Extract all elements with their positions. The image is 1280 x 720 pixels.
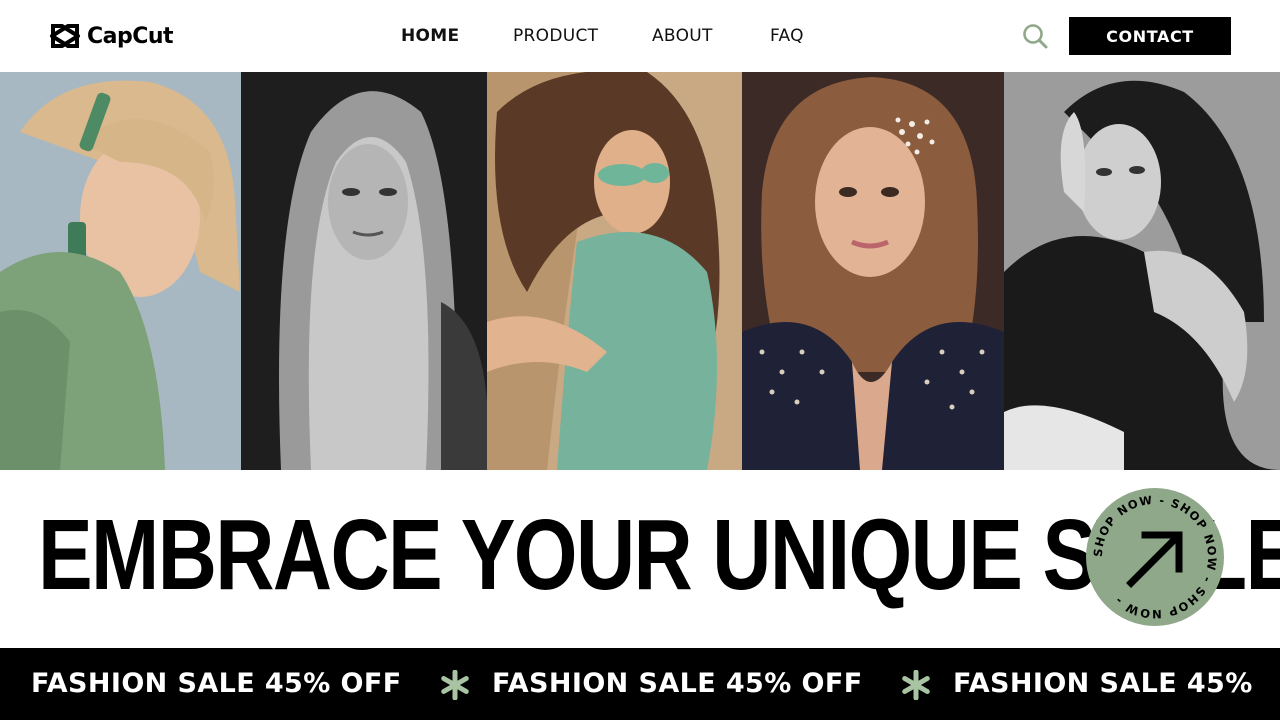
sale-ticker: FASHION SALE 45% OFF FASHION SALE 45% OF… bbox=[0, 648, 1280, 720]
gallery-photo-2 bbox=[241, 72, 487, 470]
shop-now-badge[interactable]: SHOP NOW - SHOP NOW - SHOP NOW - bbox=[1085, 487, 1225, 627]
gallery-photo-3 bbox=[487, 72, 742, 470]
asterisk-icon bbox=[901, 669, 931, 701]
gallery-photo-5 bbox=[1004, 72, 1280, 470]
model-gallery bbox=[0, 72, 1280, 470]
search-button[interactable] bbox=[1021, 22, 1049, 50]
nav-product-link[interactable]: PRODUCT bbox=[513, 24, 598, 48]
ticker-item: FASHION SALE 45% OFF bbox=[31, 668, 402, 699]
nav-about-link[interactable]: ABOUT bbox=[652, 24, 713, 48]
ticker-item: FASHION SALE 45% bbox=[953, 668, 1253, 699]
contact-button[interactable]: CONTACT bbox=[1069, 17, 1231, 55]
gallery-photo-1 bbox=[0, 72, 241, 470]
ticker-item: FASHION SALE 45% OFF bbox=[492, 668, 863, 699]
site-header: CapCut HOME PRODUCT ABOUT FAQ CONTACT bbox=[0, 0, 1280, 72]
gallery-photo-4 bbox=[742, 72, 1004, 470]
hero-headline: EMBRACE YOUR UNIQUE STYLE bbox=[38, 499, 1280, 611]
search-icon bbox=[1021, 24, 1049, 54]
nav-home-link[interactable]: HOME bbox=[401, 24, 459, 48]
asterisk-icon bbox=[440, 669, 470, 701]
nav-faq-link[interactable]: FAQ bbox=[770, 24, 804, 48]
